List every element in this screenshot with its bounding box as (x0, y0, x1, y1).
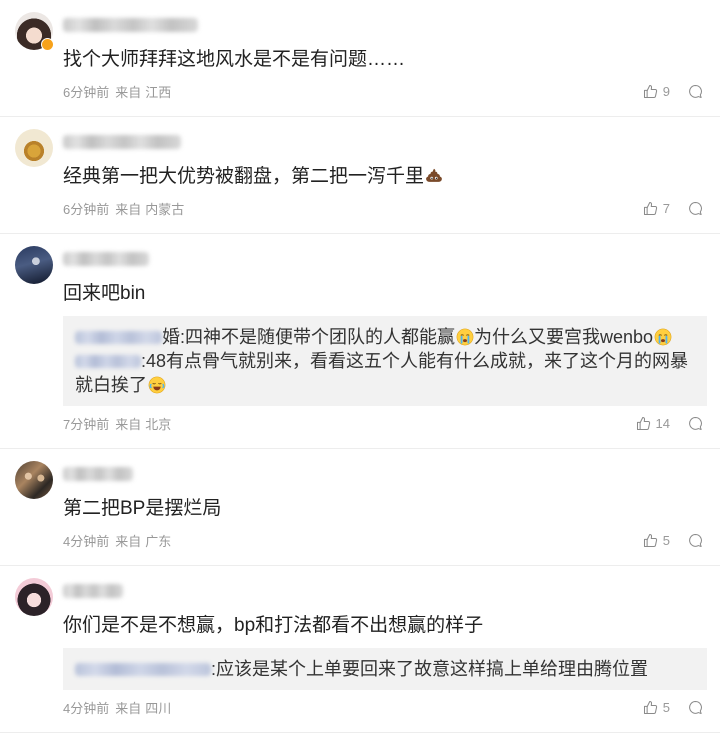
comment-time: 6分钟前 (63, 201, 110, 217)
comment-text: 找个大师拜拜这地风水是不是有问题…… (63, 49, 406, 70)
reply-username[interactable] (75, 355, 141, 368)
comment-text: 第二把BP是摆烂局 (63, 498, 222, 519)
comment-meta: 4分钟前 来自 广东 5 (63, 531, 707, 549)
comment-bubble-icon[interactable] (688, 533, 703, 548)
avatar[interactable] (15, 578, 53, 616)
comment-location: 广东 (145, 533, 172, 549)
comment-actions: 5 (643, 533, 703, 548)
like-button[interactable]: 14 (636, 416, 670, 431)
comment-bubble-icon[interactable] (688, 416, 703, 431)
comment-actions: 14 (636, 416, 703, 431)
comment-meta: 7分钟前 来自 北京 14 (63, 414, 707, 432)
reply-item: 婚:四神不是随便带个团队的人都能赢 为什么又要宫我wenbo (75, 325, 695, 349)
comment-time: 6分钟前 (63, 84, 110, 100)
source-label: 来自 (115, 416, 142, 432)
like-count: 5 (662, 699, 670, 715)
comment-text-content: 经典第一把大优势被翻盘，第二把一泻千里 (63, 166, 425, 187)
reply-username[interactable] (75, 663, 211, 676)
laughing-tears-emoji-icon (148, 376, 166, 394)
comment-text: 回来吧bin (63, 283, 146, 304)
crying-emoji-icon (456, 328, 474, 346)
comment-time: 4分钟前 (63, 533, 110, 549)
comment-meta: 6分钟前 来自 江西 9 (63, 82, 707, 100)
thumbs-up-icon (643, 533, 658, 548)
comment-item: 你们是不是不想赢，bp和打法都看不出想赢的样子 :应该是某个上单要回来了故意这样… (0, 566, 720, 733)
thumbs-up-icon (643, 201, 658, 216)
comment-location: 内蒙古 (145, 201, 185, 217)
avatar[interactable] (15, 461, 53, 499)
comment-location: 四川 (145, 700, 172, 716)
username[interactable] (63, 15, 707, 35)
comment-bubble-icon[interactable] (688, 84, 703, 99)
comment-item: 经典第一把大优势被翻盘，第二把一泻千里 6分钟前 来自 内蒙古 7 (0, 117, 720, 234)
source-label: 来自 (115, 700, 142, 716)
like-button[interactable]: 5 (643, 533, 670, 548)
comment-time: 4分钟前 (63, 700, 110, 716)
comment-actions: 9 (643, 84, 703, 99)
reply-text: :48有点骨气就别来，看看这五个人能有什么成就，来了这个月的网暴就白挨了 (75, 351, 689, 395)
reply-username[interactable] (75, 331, 162, 344)
reply-text: 为什么又要宫我wenbo (474, 327, 654, 347)
comment-location: 北京 (145, 416, 172, 432)
like-button[interactable]: 5 (643, 700, 670, 715)
like-button[interactable]: 9 (643, 84, 670, 99)
thumbs-up-icon (643, 84, 658, 99)
reply-item: :48有点骨气就别来，看看这五个人能有什么成就，来了这个月的网暴就白挨了 (75, 349, 695, 397)
comment-item: 回来吧bin 婚:四神不是随便带个团队的人都能赢 为什么又要宫我wenbo :48… (0, 234, 720, 449)
username[interactable] (63, 581, 707, 601)
avatar[interactable] (15, 246, 53, 284)
comment-bubble-icon[interactable] (688, 700, 703, 715)
reply-box: 婚:四神不是随便带个团队的人都能赢 为什么又要宫我wenbo :48有点骨气就别来… (63, 316, 707, 406)
reply-box: :应该是某个上单要回来了故意这样搞上单给理由腾位置 (63, 648, 707, 690)
poop-emoji-icon (425, 167, 443, 185)
source-label: 来自 (115, 533, 142, 549)
comment-location: 江西 (145, 84, 172, 100)
username[interactable] (63, 132, 707, 152)
comment-item: 找个大师拜拜这地风水是不是有问题…… 6分钟前 来自 江西 9 (0, 0, 720, 117)
reply-text: :应该是某个上单要回来了故意这样搞上单给理由腾位置 (211, 659, 648, 679)
comment-time: 7分钟前 (63, 416, 110, 432)
reply-item: :应该是某个上单要回来了故意这样搞上单给理由腾位置 (75, 657, 695, 681)
like-count: 9 (662, 83, 670, 99)
comment-meta: 6分钟前 来自 内蒙古 7 (63, 199, 707, 217)
comment-text: 你们是不是不想赢，bp和打法都看不出想赢的样子 (63, 615, 484, 636)
comment-bubble-icon[interactable] (688, 201, 703, 216)
like-count: 7 (662, 200, 670, 216)
like-count: 5 (662, 532, 670, 548)
username[interactable] (63, 464, 707, 484)
comment-item: 第二把BP是摆烂局 4分钟前 来自 广东 5 (0, 449, 720, 566)
comment-meta: 4分钟前 来自 四川 5 (63, 698, 707, 716)
thumbs-up-icon (643, 700, 658, 715)
member-badge-icon (41, 38, 54, 51)
thumbs-up-icon (636, 416, 651, 431)
source-label: 来自 (115, 84, 142, 100)
comment-text: 经典第一把大优势被翻盘，第二把一泻千里 (63, 163, 707, 191)
comment-actions: 7 (643, 201, 703, 216)
avatar[interactable] (15, 129, 53, 167)
comment-actions: 5 (643, 700, 703, 715)
source-label: 来自 (115, 201, 142, 217)
like-button[interactable]: 7 (643, 201, 670, 216)
crying-emoji-icon (654, 328, 672, 346)
reply-text: 婚:四神不是随便带个团队的人都能赢 (162, 327, 455, 347)
username[interactable] (63, 249, 707, 269)
like-count: 14 (655, 415, 670, 431)
